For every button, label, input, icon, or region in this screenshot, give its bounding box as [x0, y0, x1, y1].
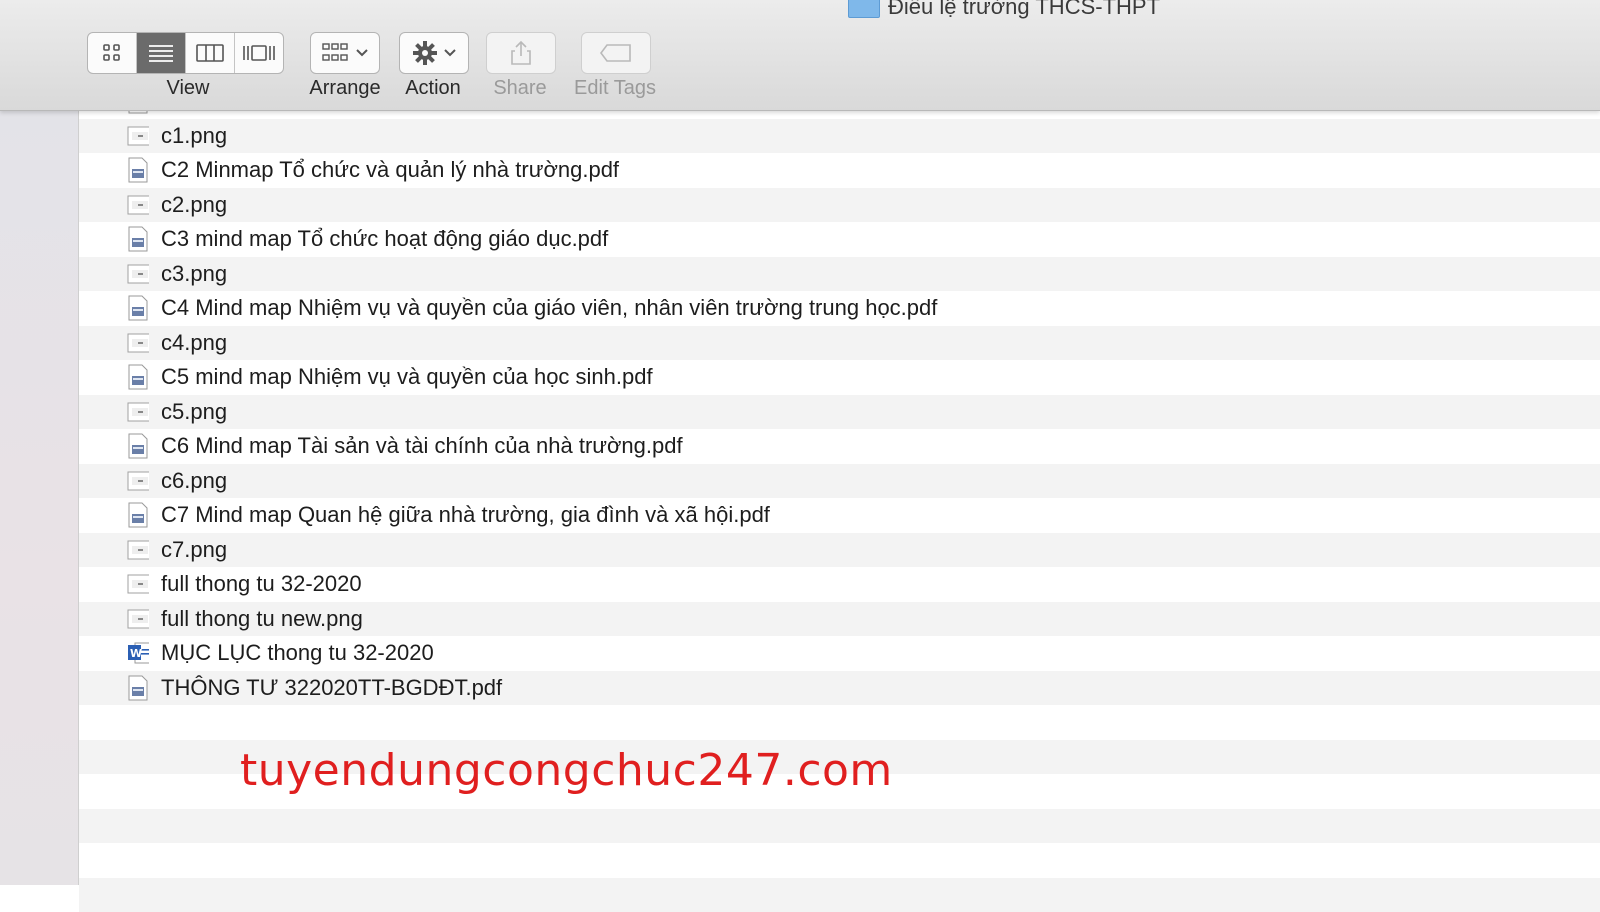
toolbar: Điều lệ trường THCS-THPT View Arrange Ac…: [0, 0, 1600, 111]
pdf-icon: [127, 295, 149, 321]
window-title-text: Điều lệ trường THCS-THPT: [888, 0, 1160, 20]
gallery-view-button[interactable]: [235, 33, 283, 73]
arrange-button[interactable]: [310, 32, 380, 74]
share-button[interactable]: [486, 32, 556, 74]
pdf-icon: [127, 226, 149, 252]
view-segmented-control: [87, 32, 284, 74]
chevron-down-icon: [356, 48, 368, 58]
tag-icon: [599, 43, 633, 63]
file-row[interactable]: c7.png: [79, 533, 1600, 568]
svg-text:W: W: [130, 647, 142, 660]
file-row[interactable]: c3.png: [79, 257, 1600, 292]
share-icon: [510, 40, 532, 66]
file-name: c1.png: [161, 123, 227, 149]
file-row[interactable]: c4.png: [79, 326, 1600, 361]
share-label: Share: [480, 77, 560, 100]
watermark-text: tuyendungcongchuc247.com: [240, 745, 893, 796]
image-icon: [127, 192, 149, 218]
file-name: C3 mind map Tổ chức hoạt động giáo dục.p…: [161, 226, 608, 252]
pdf-icon: [127, 364, 149, 390]
folder-icon: [848, 0, 880, 18]
pdf-icon: [127, 675, 149, 701]
file-name: C7 Mind map Quan hệ giữa nhà trường, gia…: [161, 502, 770, 528]
file-name: full thong tu new.png: [161, 606, 363, 632]
image-icon: [127, 571, 149, 597]
file-row[interactable]: THÔNG TƯ 322020TT-BGDĐT.pdf: [79, 671, 1600, 706]
edit-tags-button[interactable]: [581, 32, 651, 74]
arrange-grid-icon: [322, 42, 350, 64]
image-icon: [127, 399, 149, 425]
image-icon: [127, 330, 149, 356]
file-row[interactable]: C4 Mind map Nhiệm vụ và quyền của giáo v…: [79, 291, 1600, 326]
file-name: MỤC LỤC thong tu 32-2020: [161, 640, 434, 666]
file-row: [79, 878, 1600, 912]
file-name: C6 Mind map Tài sản và tài chính của nhà…: [161, 433, 683, 459]
image-icon: [127, 468, 149, 494]
file-row[interactable]: C7 Mind map Quan hệ giữa nhà trường, gia…: [79, 498, 1600, 533]
file-row: [79, 843, 1600, 878]
file-row[interactable]: c5.png: [79, 395, 1600, 430]
file-name: C4 Mind map Nhiệm vụ và quyền của giáo v…: [161, 295, 937, 321]
arrange-label: Arrange: [300, 77, 390, 100]
column-view-button[interactable]: [186, 33, 235, 73]
file-row[interactable]: C3 mind map Tổ chức hoạt động giáo dục.p…: [79, 222, 1600, 257]
file-row[interactable]: c2.png: [79, 188, 1600, 223]
file-name: THÔNG TƯ 322020TT-BGDĐT.pdf: [161, 675, 502, 701]
file-row: [79, 705, 1600, 740]
file-row[interactable]: W MỤC LỤC thong tu 32-2020: [79, 636, 1600, 671]
gallery-icon: [242, 43, 276, 63]
window-title: Điều lệ trường THCS-THPT: [848, 0, 1160, 20]
file-name: c3.png: [161, 261, 227, 287]
action-button[interactable]: [399, 32, 469, 74]
pdf-icon: [127, 502, 149, 528]
image-icon: [127, 606, 149, 632]
file-name: c5.png: [161, 399, 227, 425]
file-name: C5 mind map Nhiệm vụ và quyền của học si…: [161, 364, 653, 390]
sidebar: [0, 110, 79, 885]
file-row[interactable]: C6 Mind map Tài sản và tài chính của nhà…: [79, 429, 1600, 464]
file-name: c6.png: [161, 468, 227, 494]
list-view-button[interactable]: [137, 33, 186, 73]
edit-tags-label: Edit Tags: [565, 77, 665, 100]
file-name: c2.png: [161, 192, 227, 218]
image-icon: [127, 123, 149, 149]
pdf-icon: [127, 157, 149, 183]
file-row[interactable]: full thong tu 32-2020: [79, 567, 1600, 602]
file-name: C2 Minmap Tổ chức và quản lý nhà trường.…: [161, 157, 619, 183]
list-icon: [148, 43, 174, 63]
columns-icon: [196, 43, 224, 63]
image-icon: [127, 537, 149, 563]
file-row[interactable]: c6.png: [79, 464, 1600, 499]
file-row[interactable]: C5 mind map Nhiệm vụ và quyền của học si…: [79, 360, 1600, 395]
file-name: full thong tu 32-2020: [161, 571, 362, 597]
file-row[interactable]: C2 Minmap Tổ chức và quản lý nhà trường.…: [79, 153, 1600, 188]
icon-grid-icon: [102, 43, 122, 63]
file-name: c7.png: [161, 537, 227, 563]
file-row[interactable]: full thong tu new.png: [79, 602, 1600, 637]
word-icon: W: [127, 640, 149, 666]
action-label: Action: [393, 77, 473, 100]
gear-icon: [412, 40, 438, 66]
file-row: [79, 809, 1600, 844]
file-name: c4.png: [161, 330, 227, 356]
file-row[interactable]: c1.png: [79, 119, 1600, 154]
icon-view-button[interactable]: [88, 33, 137, 73]
pdf-icon: [127, 433, 149, 459]
view-label: View: [138, 77, 238, 100]
chevron-down-icon: [444, 48, 456, 58]
image-icon: [127, 261, 149, 287]
